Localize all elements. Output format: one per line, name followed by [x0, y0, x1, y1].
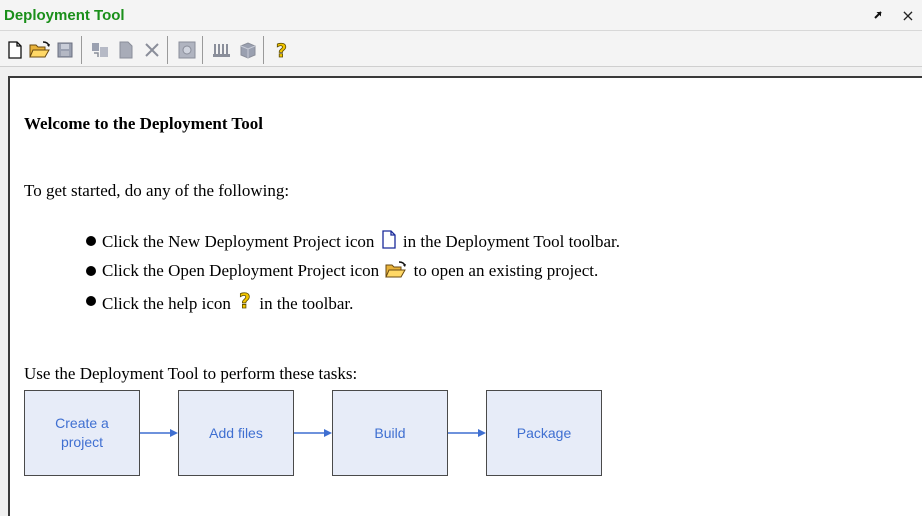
- tasks-label: Use the Deployment Tool to perform these…: [24, 364, 358, 383]
- bullet-dot: [86, 266, 96, 276]
- undock-arrow-icon[interactable]: [870, 6, 886, 24]
- blank-file-icon[interactable]: [115, 39, 137, 61]
- svg-text:?: ?: [239, 290, 251, 312]
- bullet-dot: [86, 296, 96, 306]
- toolbar-separator: [263, 36, 264, 64]
- build-icon[interactable]: [211, 39, 233, 61]
- welcome-panel: Welcome to the Deployment Tool To get st…: [8, 76, 922, 516]
- package-box-icon[interactable]: [237, 39, 259, 61]
- list-item: Click the Open Deployment Project icon t…: [86, 260, 620, 290]
- flow-step-create-project: Create a project: [24, 390, 140, 476]
- bullet-text-after: to open an existing project.: [413, 261, 599, 280]
- flow-step-build: Build: [332, 390, 448, 476]
- list-item: Click the New Deployment Project icon in…: [86, 230, 620, 260]
- bullet-text-after: in the Deployment Tool toolbar.: [402, 232, 621, 251]
- close-button[interactable]: ×: [899, 5, 917, 25]
- help-question-icon[interactable]: ?: [271, 39, 293, 61]
- window-title: Deployment Tool: [4, 7, 125, 24]
- flow-step-add-files: Add files: [178, 390, 294, 476]
- bullet-text-before: Click the Open Deployment Project icon: [102, 261, 380, 280]
- flow-arrow: [448, 429, 486, 437]
- toolbar: ?: [0, 31, 922, 67]
- bullet-text-before: Click the New Deployment Project icon: [102, 232, 375, 251]
- new-document-icon[interactable]: [4, 39, 26, 61]
- settings-gear-icon[interactable]: [176, 39, 198, 61]
- bullet-text-before: Click the help icon: [102, 294, 231, 313]
- save-disk-icon[interactable]: [54, 39, 76, 61]
- title-bar: Deployment Tool ×: [0, 0, 922, 31]
- new-document-icon: [381, 230, 397, 256]
- bullet-dot: [86, 236, 96, 246]
- flow-arrow: [294, 429, 332, 437]
- deployment-tool-window: Deployment Tool × ? Welcome to the Deplo…: [0, 0, 922, 516]
- toolbar-separator: [202, 36, 203, 64]
- welcome-heading: Welcome to the Deployment Tool: [24, 114, 263, 133]
- flow-arrow: [140, 429, 178, 437]
- list-item: Click the help icon ? in the toolbar.: [86, 289, 620, 320]
- svg-text:?: ?: [276, 40, 287, 60]
- help-question-icon: ?: [237, 289, 253, 318]
- intro-text: To get started, do any of the following:: [24, 181, 290, 200]
- bullet-text-after: in the toolbar.: [259, 294, 354, 313]
- open-folder-icon: [385, 261, 407, 285]
- add-file-icon[interactable]: [90, 39, 112, 61]
- flow-step-package: Package: [486, 390, 602, 476]
- instruction-list: Click the New Deployment Project icon in…: [86, 230, 620, 320]
- delete-x-icon[interactable]: [141, 39, 163, 61]
- toolbar-separator: [167, 36, 168, 64]
- open-folder-icon[interactable]: [29, 39, 51, 61]
- toolbar-separator: [81, 36, 82, 64]
